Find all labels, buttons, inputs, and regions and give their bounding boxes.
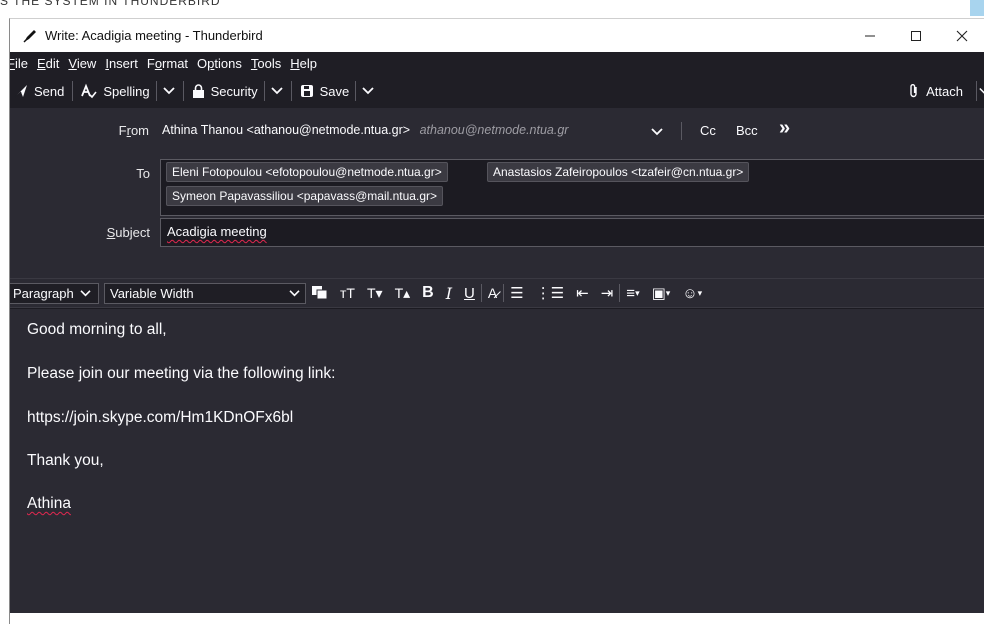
menu-insert[interactable]: Insert <box>105 56 138 71</box>
recipient-pill[interactable]: Anastasios Zafeiropoulos <tzafeir@cn.ntu… <box>487 162 750 182</box>
from-value: Athina Thanou <athanou@netmode.ntua.gr> <box>162 123 411 137</box>
spelling-button[interactable]: Spelling <box>81 83 150 99</box>
security-label: Security <box>210 83 258 99</box>
chevron-down-icon <box>80 289 91 296</box>
paperclip-icon <box>910 84 917 98</box>
maximize-icon <box>911 30 921 41</box>
maximize-button[interactable] <box>893 19 939 52</box>
chevron-down-icon[interactable] <box>163 86 175 96</box>
body-line: https://join.skype.com/Hm1KDnOFx6bl <box>27 409 294 426</box>
window-title: Write: Acadigia meeting - Thunderbird <box>45 28 263 43</box>
from-label: From <box>118 123 149 138</box>
chevron-down-icon[interactable] <box>270 86 283 96</box>
body-line: Good morning to all, <box>27 321 167 338</box>
numbered-list-icon[interactable]: ⋮☰ <box>536 284 564 302</box>
paragraph-value: Paragraph <box>13 285 74 301</box>
send-label: Send <box>34 83 65 99</box>
menu-options[interactable]: Options <box>197 56 242 71</box>
bcc-button[interactable]: Bcc <box>736 123 758 138</box>
subject-value: Acadigia meeting <box>167 224 267 239</box>
chevron-down-icon[interactable] <box>362 86 374 96</box>
insert-image-icon[interactable]: ▣ ▾ <box>652 284 671 302</box>
menu-help[interactable]: Help <box>290 56 317 71</box>
menu-file[interactable]: File <box>10 56 28 71</box>
body-line: Please join our meeting via the followin… <box>27 365 336 382</box>
toolbar-separator <box>72 81 74 101</box>
attach-button[interactable]: Attach <box>908 83 963 99</box>
close-icon <box>956 30 968 41</box>
indent-icon[interactable]: ⇥ <box>601 284 614 302</box>
lock-icon <box>192 83 204 98</box>
more-fields-button[interactable]: » <box>779 117 790 140</box>
send-icon <box>14 85 27 98</box>
menu-format[interactable]: Format <box>147 56 188 71</box>
body-signature: Athina <box>27 495 71 512</box>
toolbar-separator <box>263 81 265 101</box>
text-color-icon[interactable] <box>312 286 328 300</box>
align-icon[interactable]: ≡ ▾ <box>626 285 639 302</box>
compose-headers: From Athina Thanou <athanou@netmode.ntua… <box>10 108 984 278</box>
close-button[interactable] <box>939 19 984 52</box>
chevron-down-icon[interactable] <box>651 127 663 137</box>
font-smaller-icon[interactable]: T▾ <box>367 285 383 302</box>
subject-field[interactable] <box>160 218 984 247</box>
accent-block <box>970 0 984 16</box>
chevron-down-icon <box>289 289 300 296</box>
font-size-reset-icon[interactable]: ᴛT <box>340 285 355 301</box>
menu-bar: File Edit View Insert Format Options Too… <box>10 52 984 74</box>
format-toolbar: Paragraph Variable Width ᴛT T▾ T▴ B I U … <box>10 278 984 308</box>
divider <box>503 284 505 302</box>
toolbar-separator <box>290 81 292 101</box>
from-identity: athanou@netmode.ntua.gr <box>419 123 569 137</box>
bullet-list-icon[interactable]: ☰ <box>510 284 523 302</box>
body-line: Thank you, <box>27 452 104 469</box>
paragraph-select[interactable]: Paragraph <box>10 282 99 304</box>
menu-edit[interactable]: Edit <box>37 56 59 71</box>
font-value: Variable Width <box>110 285 194 301</box>
divider <box>480 284 482 302</box>
toolbar-separator <box>182 81 184 101</box>
chevron-down-icon[interactable] <box>979 86 984 96</box>
from-field[interactable]: Athina Thanou <athanou@netmode.ntua.gr> … <box>162 123 568 137</box>
remove-format-icon[interactable]: A̷ <box>488 285 497 301</box>
save-button[interactable]: Save <box>300 83 350 99</box>
italic-icon[interactable]: I <box>446 284 452 303</box>
compose-window: Write: Acadigia meeting - Thunderbird Fi… <box>9 18 984 624</box>
compose-toolbar: Send Spelling Security Save Attach <box>10 74 984 108</box>
page-caption: S THE SYSTEM IN THUNDERBIRD <box>0 0 221 8</box>
bold-icon[interactable]: B <box>422 284 434 302</box>
quill-icon <box>23 29 36 43</box>
toolbar-separator <box>976 81 977 101</box>
spelling-icon <box>81 83 97 99</box>
attach-label: Attach <box>926 83 963 99</box>
save-label: Save <box>319 83 350 99</box>
spelling-label: Spelling <box>103 83 150 99</box>
toolbar-separator <box>155 81 157 101</box>
send-button[interactable]: Send <box>14 84 64 99</box>
security-button[interactable]: Security <box>192 84 258 99</box>
subject-label: Subject <box>106 225 150 240</box>
emoji-icon[interactable]: ☺ ▾ <box>682 285 702 302</box>
divider <box>681 122 682 140</box>
minimize-button[interactable] <box>847 19 893 52</box>
save-icon <box>300 85 313 97</box>
font-larger-icon[interactable]: T▴ <box>395 285 411 302</box>
underline-icon[interactable]: U <box>464 285 475 302</box>
recipient-pill[interactable]: Eleni Fotopoulou <efotopoulou@netmode.nt… <box>166 162 448 182</box>
font-select[interactable]: Variable Width <box>104 282 306 304</box>
cc-button[interactable]: Cc <box>700 123 716 138</box>
menu-tools[interactable]: Tools <box>251 56 281 71</box>
menu-view[interactable]: View <box>68 56 96 71</box>
to-label: To <box>136 166 150 181</box>
recipient-pill[interactable]: Symeon Papavassiliou <papavass@mail.ntua… <box>166 186 443 206</box>
window-bottom-edge <box>10 613 984 624</box>
title-bar: Write: Acadigia meeting - Thunderbird <box>10 19 984 52</box>
message-body[interactable]: Good morning to all, Please join our mee… <box>10 309 984 613</box>
minimize-icon <box>865 35 875 36</box>
outdent-icon[interactable]: ⇤ <box>576 284 589 302</box>
divider <box>619 284 621 302</box>
toolbar-separator <box>355 81 357 101</box>
